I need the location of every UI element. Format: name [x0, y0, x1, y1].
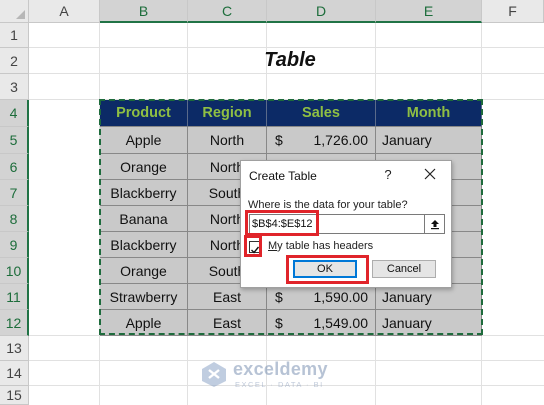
table-cell-product[interactable]: Strawberry: [100, 284, 188, 310]
table-cell-product[interactable]: Orange: [100, 258, 188, 284]
row-header-6[interactable]: 6: [0, 154, 29, 180]
sales-amount: 1,726.00: [313, 132, 369, 148]
currency-symbol: $: [275, 314, 283, 331]
sales-amount: 1,549.00: [313, 314, 369, 331]
table-cell-product[interactable]: Apple: [100, 127, 188, 154]
row-header-8[interactable]: 8: [0, 206, 29, 232]
help-button[interactable]: ?: [381, 167, 395, 182]
row-header-1[interactable]: 1: [0, 23, 29, 48]
table-cell-sales[interactable]: $1,726.00: [267, 127, 376, 154]
column-header-d[interactable]: D: [267, 0, 376, 23]
exceldemy-watermark: exceldemy EXCEL · DATA · BI: [200, 358, 360, 392]
table-cell-region[interactable]: North: [188, 127, 267, 154]
watermark-tagline: EXCEL · DATA · BI: [235, 380, 324, 389]
currency-symbol: $: [275, 288, 283, 305]
row-header-9[interactable]: 9: [0, 232, 29, 258]
label-accelerator: M: [268, 240, 278, 252]
row-header-13[interactable]: 13: [0, 336, 29, 361]
table-cell-product[interactable]: Blackberry: [100, 232, 188, 258]
exceldemy-logo-icon: [202, 362, 226, 387]
select-all-triangle-icon: [16, 10, 25, 19]
column-header-f[interactable]: F: [482, 0, 544, 23]
row-header-3[interactable]: 3: [0, 74, 29, 100]
column-header-a[interactable]: A: [29, 0, 100, 23]
table-header-region[interactable]: Region: [188, 100, 267, 127]
table-cell-product[interactable]: Orange: [100, 154, 188, 180]
table-cell-month[interactable]: January: [376, 127, 482, 154]
row-header-4[interactable]: 4: [0, 100, 29, 127]
create-table-dialog: Create Table ? Where is the data for you…: [240, 160, 452, 288]
watermark-name: exceldemy: [233, 359, 328, 379]
table-header-product[interactable]: Product: [100, 100, 188, 127]
column-header-b[interactable]: B: [100, 0, 188, 23]
row-header-10[interactable]: 10: [0, 258, 29, 284]
sheet-title[interactable]: Table: [188, 47, 392, 74]
collapse-dialog-button[interactable]: [425, 214, 445, 234]
close-icon: [424, 168, 436, 180]
row-header-7[interactable]: 7: [0, 180, 29, 206]
close-button[interactable]: [422, 166, 438, 182]
table-header-month[interactable]: Month: [376, 100, 482, 127]
cancel-button[interactable]: Cancel: [372, 260, 436, 278]
table-cell-product[interactable]: Blackberry: [100, 180, 188, 206]
select-all-corner[interactable]: [0, 0, 29, 23]
headers-checkbox[interactable]: [249, 241, 261, 254]
sales-amount: 1,590.00: [313, 288, 369, 305]
table-cell-month[interactable]: January: [376, 310, 482, 336]
row-header-15[interactable]: 15: [0, 386, 29, 405]
row-header-11[interactable]: 11: [0, 284, 29, 310]
range-prompt-label: Where is the data for your table?: [248, 199, 408, 211]
label-text: y table has headers: [277, 240, 374, 252]
table-cell-sales[interactable]: $1,549.00: [267, 310, 376, 336]
row-header-2[interactable]: 2: [0, 48, 29, 74]
row-header-14[interactable]: 14: [0, 361, 29, 386]
table-header-sales[interactable]: Sales: [267, 100, 376, 127]
currency-symbol: $: [275, 132, 283, 148]
checkmark-icon: [251, 246, 260, 254]
row-header-5[interactable]: 5: [0, 127, 29, 154]
table-cell-product[interactable]: Apple: [100, 310, 188, 336]
table-cell-region[interactable]: East: [188, 310, 267, 336]
table-cell-product[interactable]: Banana: [100, 206, 188, 232]
row-header-12[interactable]: 12: [0, 310, 29, 336]
column-header-e[interactable]: E: [376, 0, 482, 23]
range-input[interactable]: $B$4:$E$12: [249, 214, 425, 234]
collapse-arrow-icon: [430, 220, 439, 230]
headers-checkbox-label[interactable]: My table has headers: [268, 240, 373, 252]
column-header-c[interactable]: C: [188, 0, 267, 23]
dialog-title: Create Table: [249, 169, 317, 183]
ok-button[interactable]: OK: [293, 260, 357, 278]
